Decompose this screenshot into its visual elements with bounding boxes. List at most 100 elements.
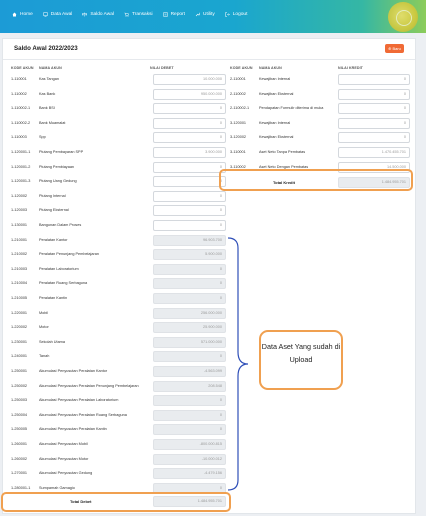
amount-input[interactable]: 0: [338, 117, 410, 129]
account-code: 3-110001: [230, 150, 246, 154]
account-code: 1-130001: [11, 223, 28, 227]
amount-input: 0: [153, 293, 226, 304]
new-button-label: Baru: [392, 46, 401, 51]
account-name: Sekolah Utama: [39, 339, 65, 344]
account-code: 1-220002: [11, 325, 28, 330]
account-name: Akumulasi Penyusutan Peralatan Kantin: [39, 427, 107, 432]
account-name: Akumulasi Penyusutan Peralatan Penunjang…: [39, 383, 139, 388]
account-code: 1-210003: [11, 266, 28, 271]
account-code: 1-220001: [11, 310, 28, 315]
nav-item-label: Data Awal: [50, 12, 73, 17]
nav-item-home[interactable]: Home: [12, 12, 33, 17]
table-row: 1-120003 Piutang Eksternal 0: [11, 204, 231, 218]
left-header-value: NILAI DEBET: [150, 66, 174, 70]
table-row: 1-260002 Akumulasi Penyusutan Motor -10.00…: [11, 453, 231, 467]
table-row: 3-120002 Kewajiban Eksternal 0: [230, 131, 412, 145]
account-name: Akumulasi Penyusutan Peralatan Laborator…: [39, 398, 119, 403]
amount-input[interactable]: 0: [153, 103, 226, 115]
total-kredit-highlight: [219, 169, 413, 191]
account-code: 1-210005: [11, 296, 28, 300]
amount-input: 256.000.000: [153, 307, 226, 319]
amount-input: -4.563.099: [153, 366, 226, 377]
account-code: 3-110002: [230, 164, 246, 169]
amount-input[interactable]: 0: [153, 132, 226, 144]
nav-item-label: Report: [170, 12, 185, 17]
account-name: Spp: [39, 135, 46, 140]
amount-input[interactable]: 3.900.000: [153, 147, 226, 158]
nav-item-logout[interactable]: Logout: [224, 12, 247, 17]
amount-input: 571.000.000: [153, 336, 226, 348]
new-button[interactable]: ⊕ Baru: [385, 44, 404, 53]
amount-input[interactable]: 0: [338, 74, 410, 85]
nav-item-utility[interactable]: Utility: [195, 12, 215, 17]
wrench-icon: [195, 12, 201, 17]
nav-item-label: Utility: [203, 12, 215, 17]
table-row: 1-250001 Akumulasi Penyusutan Peralatan K…: [11, 365, 231, 379]
amount-input[interactable]: 1.470.455.701: [338, 147, 410, 158]
account-name: Peralatan Kantor: [39, 237, 68, 242]
account-name: Bangunan Dalam Proses: [39, 223, 82, 227]
amount-input: -10.000.012: [153, 453, 226, 465]
amount-input[interactable]: 0: [153, 205, 226, 217]
account-code: 1-120001-2: [11, 164, 31, 169]
account-name: Akumulasi Penyusutan Gedung: [39, 471, 93, 476]
amount-input[interactable]: 10.000.000: [153, 74, 226, 85]
account-name: Akumulasi Penyusutan Peralatan Ruang Ser…: [39, 412, 127, 417]
scale-icon: [82, 12, 88, 17]
account-code: 1-250002: [11, 383, 28, 388]
account-name: Motor: [39, 325, 49, 330]
table-row: 1-230001 Sekolah Utama 571.000.000: [11, 336, 231, 350]
amount-input[interactable]: 0: [338, 88, 410, 100]
amount-input: 25.900.000: [153, 322, 226, 334]
header-divider: [3, 59, 415, 60]
table-row: 1-110002 Kas Bank 950.000.000: [11, 88, 231, 102]
account-code: 1-260002: [11, 456, 28, 461]
account-name: Akumulasi Penyusutan Peralatan Kantor: [39, 369, 108, 373]
asset-bracket: [227, 237, 249, 491]
table-row: 1-120001-2 Piutang Pembiayaan 0: [11, 161, 231, 175]
nav-item-data-awal[interactable]: Data Awal: [43, 12, 73, 17]
amount-input[interactable]: 0: [153, 220, 226, 231]
account-code: 1-260001: [11, 442, 28, 446]
amount-input[interactable]: 0: [153, 117, 226, 129]
table-row: 1-250003 Akumulasi Penyusutan Peralatan L…: [11, 394, 231, 408]
account-code: 1-250004: [11, 412, 28, 417]
account-name: Piutang Pembiayaan: [39, 164, 75, 169]
account-name: Piutang Pembayaran SPP: [39, 150, 84, 154]
account-name: Akumulasi Penyusutan Motor: [39, 456, 89, 461]
account-code: 3-120002: [230, 135, 247, 140]
nav-item-label: Saldo Awal: [90, 12, 114, 17]
amount-input[interactable]: 0: [153, 161, 226, 173]
account-name: Pendapatan Formulir diterima di muka: [259, 106, 324, 111]
account-name: Akumulasi Penyusutan Mobil: [39, 442, 88, 446]
account-name: Kas Tangan: [39, 77, 59, 81]
main-nav: Home Data Awal Saldo Awal Transaksi Report Ut…: [12, 12, 247, 17]
nav-item-report[interactable]: Report: [163, 12, 185, 17]
account-code: 1-120002: [11, 193, 28, 198]
table-row: 2-110002-1 Pendapatan Formulir diterima d…: [230, 102, 412, 116]
account-code: 1-230001: [11, 339, 28, 344]
account-name: Aset Neto Tanpa Pembatas: [259, 150, 306, 154]
amount-input[interactable]: 0: [338, 103, 410, 115]
amount-input: 5.900.000: [153, 249, 226, 261]
account-name: Kas Bank: [39, 91, 56, 96]
account-name: Peralatan Ruang Serbaguna: [39, 281, 88, 286]
account-name: Tanah: [39, 354, 50, 359]
amount-input[interactable]: 0: [153, 176, 226, 188]
right-header-value: NILAI KREDIT: [338, 66, 363, 70]
account-code: 1-250001: [11, 369, 28, 373]
amount-input[interactable]: 950.000.000: [153, 88, 226, 100]
amount-input[interactable]: 0: [338, 132, 410, 144]
nav-item-transaksi[interactable]: Transaksi: [124, 12, 153, 17]
account-name: Kewajiban Internal: [259, 77, 291, 81]
nav-item-saldo-awal[interactable]: Saldo Awal: [82, 12, 114, 17]
amount-input: -800.000.815: [153, 439, 226, 450]
logout-icon: [224, 12, 230, 17]
account-code: 2-110001: [230, 77, 246, 81]
amount-input: 0: [153, 278, 226, 290]
table-row: 1-220002 Motor 25.900.000: [11, 321, 231, 335]
account-code: 1-270001: [11, 471, 28, 476]
account-code: 2-110002: [230, 91, 246, 96]
account-code: 3-120001: [230, 120, 247, 125]
amount-input[interactable]: 0: [153, 190, 226, 202]
